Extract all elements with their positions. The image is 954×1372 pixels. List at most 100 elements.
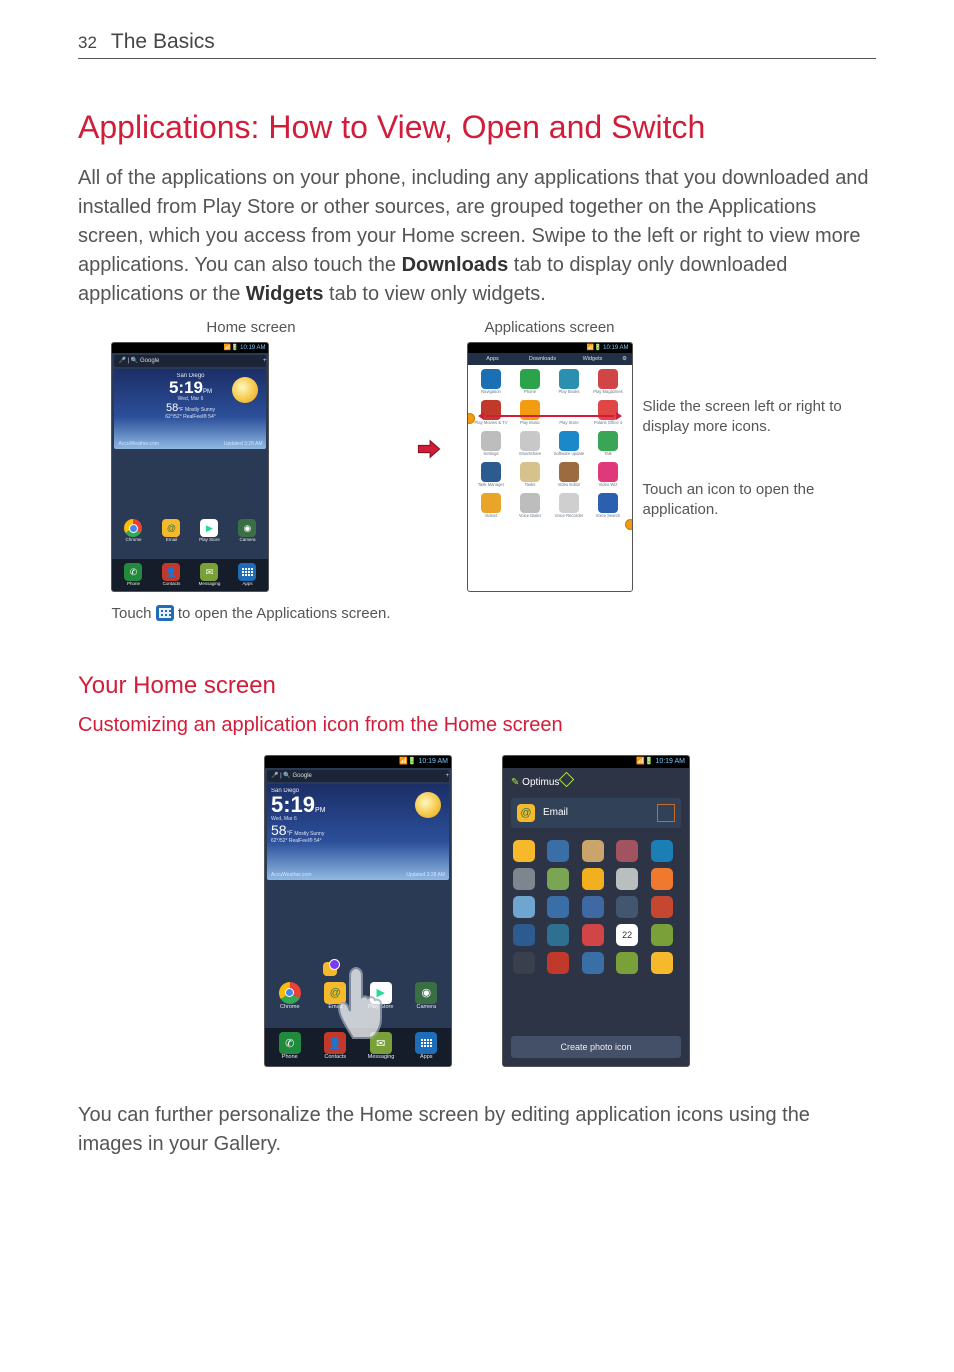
google-search-bar-2[interactable]: 🎤 | 🔍 Google+ (267, 770, 449, 782)
app-icon (598, 369, 618, 389)
icon-option[interactable] (582, 868, 604, 890)
tab-downloads[interactable]: Downloads (518, 353, 568, 365)
email-app-2[interactable]: @Email (322, 982, 348, 1011)
icon-option[interactable] (513, 868, 535, 890)
app-cell[interactable]: SmartShare (511, 431, 550, 460)
app-cell[interactable]: Tasks (511, 462, 550, 491)
frame-toggle-icon[interactable] (657, 804, 675, 822)
app-label: Videos (472, 514, 511, 522)
icon-option[interactable] (582, 952, 604, 974)
app-cell[interactable]: Phone (511, 369, 550, 398)
caption-pre: Touch (111, 605, 155, 622)
icon-option[interactable] (616, 896, 638, 918)
app-cell[interactable]: Navigation (472, 369, 511, 398)
home-screen-mock: 📶🔋 10:19 AM 🎤 | 🔍 Google+ San Diego 5:19… (111, 342, 269, 592)
weather-widget[interactable]: San Diego 5:19PM Wed, Mar 6 58°F Mostly … (114, 369, 266, 449)
icon-option[interactable] (547, 868, 569, 890)
camera-app-2[interactable]: ◉Camera (413, 982, 439, 1011)
icon-option[interactable] (582, 896, 604, 918)
app-cell[interactable]: Task Manager (472, 462, 511, 491)
phone-app-2[interactable]: ✆Phone (277, 1032, 303, 1061)
app-cell[interactable]: Voice Dialer (511, 493, 550, 522)
messaging-app[interactable]: ✉Messaging (196, 563, 222, 587)
callout-tick (253, 591, 255, 592)
app-icon (481, 400, 501, 420)
app-cell[interactable]: Polaris Office 4 (589, 400, 628, 429)
camera-app[interactable]: ◉Camera (234, 519, 260, 543)
apps-app-2[interactable]: Apps (413, 1032, 439, 1061)
chrome-app[interactable]: Chrome (120, 519, 146, 543)
app-cell[interactable]: Software update (550, 431, 589, 460)
icon-option[interactable] (513, 952, 535, 974)
figure-row-2: 📶🔋 10:19 AM 🎤 | 🔍 Google+ San Diego 5:19… (78, 755, 876, 1067)
status-bar-2: 📶🔋 10:19 AM (265, 756, 451, 768)
app-icon (559, 462, 579, 482)
icon-option[interactable] (651, 868, 673, 890)
create-photo-icon-button[interactable]: Create photo icon (511, 1036, 681, 1058)
tab-settings-gear-icon[interactable]: ⚙ (618, 353, 632, 365)
app-icon (559, 493, 579, 513)
apps-app[interactable]: Apps (234, 563, 260, 587)
app-icon (598, 431, 618, 451)
app-cell[interactable]: Play Magazines (589, 369, 628, 398)
contacts-label-2: Contacts (322, 1055, 348, 1061)
icon-option[interactable] (651, 924, 673, 946)
app-icon (520, 462, 540, 482)
icon-option[interactable] (547, 924, 569, 946)
icon-option[interactable]: 22 (616, 924, 638, 946)
app-cell[interactable]: Voice Search (589, 493, 628, 522)
icon-option[interactable] (513, 896, 535, 918)
app-cell[interactable]: Play Music (511, 400, 550, 429)
weather-widget-2[interactable]: San Diego 5:19PM Wed, Mar 6 58°F Mostly … (267, 784, 449, 880)
app-label: Video Editor (550, 483, 589, 491)
icon-option[interactable] (616, 840, 638, 862)
email-app[interactable]: @Email (158, 519, 184, 543)
home-bottombar: ✆Phone 👤Contacts ✉Messaging Apps (112, 559, 268, 591)
app-cell[interactable]: Video Wiz (589, 462, 628, 491)
phone-app[interactable]: ✆Phone (120, 563, 146, 587)
chooser-email-label: Email (543, 807, 568, 818)
current-email-icon: @ (517, 804, 535, 822)
icon-option[interactable] (547, 896, 569, 918)
icon-option[interactable] (651, 896, 673, 918)
app-icon (520, 369, 540, 389)
widgets-keyword: Widgets (246, 283, 324, 305)
app-cell[interactable]: Play Movies & TV (472, 400, 511, 429)
sun-icon-2 (415, 792, 441, 818)
app-icon (481, 369, 501, 389)
app-icon (598, 493, 618, 513)
icon-option[interactable] (582, 924, 604, 946)
app-cell[interactable]: Settings (472, 431, 511, 460)
contacts-app[interactable]: 👤Contacts (158, 563, 184, 587)
chrome-app-2[interactable]: Chrome (277, 982, 303, 1011)
chooser-title-row[interactable]: ✎ Optimus (503, 768, 689, 794)
tab-apps[interactable]: Apps (468, 353, 518, 365)
icon-option[interactable] (651, 952, 673, 974)
playstore-app-2[interactable]: ▶Play Store (368, 982, 394, 1011)
app-label: Video Wiz (589, 483, 628, 491)
contacts-app-2[interactable]: 👤Contacts (322, 1032, 348, 1061)
app-cell[interactable]: Videos (472, 493, 511, 522)
app-cell[interactable]: Play Books (550, 369, 589, 398)
icon-option[interactable] (651, 840, 673, 862)
icon-option[interactable] (582, 840, 604, 862)
google-search-bar[interactable]: 🎤 | 🔍 Google+ (114, 355, 266, 367)
icon-option[interactable] (513, 840, 535, 862)
apps-icon-inline (156, 605, 174, 621)
app-cell[interactable]: Talk (589, 431, 628, 460)
messaging-app-2[interactable]: ✉Messaging (368, 1032, 394, 1061)
tab-widgets[interactable]: Widgets (568, 353, 618, 365)
playstore-app[interactable]: ▶Play Store (196, 519, 222, 543)
app-cell[interactable]: Video Editor (550, 462, 589, 491)
email-icon: @ (162, 519, 180, 537)
status-time-2: 10:19 AM (418, 758, 448, 765)
icon-option[interactable] (616, 868, 638, 890)
app-cell[interactable]: Voice Recorder (550, 493, 589, 522)
icon-option[interactable] (547, 952, 569, 974)
search-placeholder-2: Google (293, 773, 312, 779)
icon-option[interactable] (547, 840, 569, 862)
icon-option[interactable] (616, 952, 638, 974)
closing-paragraph: You can further personalize the Home scr… (78, 1101, 876, 1159)
icon-option[interactable] (513, 924, 535, 946)
app-cell[interactable]: Play Store (550, 400, 589, 429)
